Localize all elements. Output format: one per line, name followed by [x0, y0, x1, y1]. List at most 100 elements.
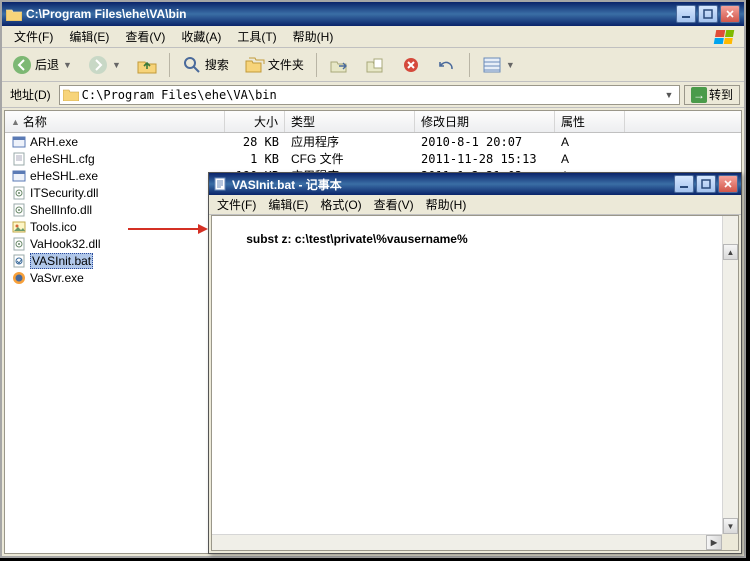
- notepad-window: VASInit.bat - 记事本 文件(F) 编辑(E) 格式(O) 查看(V…: [208, 172, 742, 554]
- search-button[interactable]: 搜索: [176, 52, 235, 78]
- back-icon: [12, 55, 32, 75]
- notepad-menu-help[interactable]: 帮助(H): [420, 194, 473, 215]
- menu-view[interactable]: 查看(V): [117, 26, 173, 47]
- back-button[interactable]: 后退 ▼: [6, 52, 78, 78]
- move-to-icon: [329, 55, 349, 75]
- explorer-title-text: C:\Program Files\ehe\VA\bin: [26, 7, 676, 21]
- dropdown-icon[interactable]: ▼: [662, 90, 676, 100]
- notepad-menubar: 文件(F) 编辑(E) 格式(O) 查看(V) 帮助(H): [209, 195, 741, 215]
- file-name: ITSecurity.dll: [30, 186, 98, 200]
- go-label: 转到: [709, 86, 733, 103]
- menu-edit[interactable]: 编辑(E): [61, 26, 117, 47]
- go-arrow-icon: →: [691, 87, 707, 103]
- address-input[interactable]: C:\Program Files\ehe\VA\bin ▼: [59, 85, 680, 105]
- close-button[interactable]: [718, 175, 738, 193]
- explorer-toolbar: 后退 ▼ ▼ 搜索 文件夹 ▼: [2, 48, 744, 82]
- file-icon: [11, 135, 27, 149]
- views-button[interactable]: ▼: [476, 52, 521, 78]
- notepad-textarea[interactable]: subst z: c:\test\private\%vausername% ▲ …: [211, 215, 739, 551]
- notepad-menu-file[interactable]: 文件(F): [211, 194, 262, 215]
- scrollbar-horizontal[interactable]: ◀ ▶: [212, 534, 722, 550]
- close-button[interactable]: [720, 5, 740, 23]
- folders-label: 文件夹: [268, 56, 304, 73]
- folders-icon: [245, 55, 265, 75]
- windows-logo-icon: [708, 28, 740, 46]
- column-type[interactable]: 类型: [285, 111, 415, 132]
- menu-tools[interactable]: 工具(T): [229, 26, 284, 47]
- separator: [169, 53, 170, 77]
- file-name: VaHook32.dll: [30, 237, 101, 251]
- file-icon: [11, 271, 27, 285]
- search-icon: [182, 55, 202, 75]
- caret-icon: ▼: [506, 60, 515, 70]
- menu-file[interactable]: 文件(F): [6, 26, 61, 47]
- list-header: ▲名称 大小 类型 修改日期 属性: [5, 111, 741, 133]
- table-row[interactable]: ARH.exe 28 KB应用程序2010-8-1 20:07A: [5, 133, 741, 150]
- caret-icon: ▼: [112, 60, 121, 70]
- minimize-button[interactable]: [674, 175, 694, 193]
- notepad-titlebar[interactable]: VASInit.bat - 记事本: [209, 173, 741, 195]
- file-type: 应用程序: [285, 133, 415, 150]
- copy-to-icon: [365, 55, 385, 75]
- scrollbar-vertical[interactable]: ▲ ▼: [722, 216, 738, 534]
- move-to-button[interactable]: [323, 52, 355, 78]
- notepad-menu-format[interactable]: 格式(O): [314, 194, 367, 215]
- delete-icon: [401, 55, 421, 75]
- address-bar: 地址(D) C:\Program Files\ehe\VA\bin ▼ → 转到: [2, 82, 744, 108]
- menu-favorites[interactable]: 收藏(A): [173, 26, 229, 47]
- file-icon: [11, 169, 27, 183]
- forward-icon: [88, 55, 108, 75]
- maximize-button[interactable]: [696, 175, 716, 193]
- file-icon: [11, 254, 27, 268]
- file-name: eHeSHL.cfg: [30, 152, 95, 166]
- folder-icon: [6, 7, 22, 21]
- window-buttons: [674, 175, 738, 193]
- minimize-button[interactable]: [676, 5, 696, 23]
- file-name: VaSvr.exe: [30, 271, 84, 285]
- sort-asc-icon: ▲: [11, 117, 20, 127]
- explorer-titlebar[interactable]: C:\Program Files\ehe\VA\bin: [2, 2, 744, 26]
- scrollbar-corner: [722, 534, 738, 550]
- views-icon: [482, 55, 502, 75]
- notepad-menu-edit[interactable]: 编辑(E): [262, 194, 314, 215]
- column-date[interactable]: 修改日期: [415, 111, 555, 132]
- file-name: ShellInfo.dll: [30, 203, 92, 217]
- file-attr: A: [555, 135, 625, 149]
- column-size[interactable]: 大小: [225, 111, 285, 132]
- go-button[interactable]: → 转到: [684, 85, 740, 105]
- address-text: C:\Program Files\ehe\VA\bin: [82, 88, 659, 102]
- file-date: 2010-8-1 20:07: [415, 135, 555, 149]
- file-icon: [11, 186, 27, 200]
- column-attr[interactable]: 属性: [555, 111, 625, 132]
- file-name: ARH.exe: [30, 135, 78, 149]
- back-label: 后退: [35, 56, 59, 73]
- scroll-up-button[interactable]: ▲: [723, 244, 738, 260]
- forward-button[interactable]: ▼: [82, 52, 127, 78]
- explorer-menubar: 文件(F) 编辑(E) 查看(V) 收藏(A) 工具(T) 帮助(H): [2, 26, 744, 48]
- undo-button[interactable]: [431, 52, 463, 78]
- file-size: 1 KB: [225, 152, 285, 166]
- up-folder-icon: [137, 55, 157, 75]
- file-icon: [11, 237, 27, 251]
- notepad-menu-view[interactable]: 查看(V): [368, 194, 420, 215]
- table-row[interactable]: eHeSHL.cfg1 KBCFG 文件2011-11-28 15:13A: [5, 150, 741, 167]
- search-label: 搜索: [205, 56, 229, 73]
- copy-to-button[interactable]: [359, 52, 391, 78]
- maximize-button[interactable]: [698, 5, 718, 23]
- folder-icon: [63, 88, 79, 101]
- file-icon: [11, 220, 27, 234]
- delete-button[interactable]: [395, 52, 427, 78]
- notepad-icon: [212, 177, 228, 191]
- file-date: 2011-11-28 15:13: [415, 152, 555, 166]
- scroll-down-button[interactable]: ▼: [723, 518, 738, 534]
- scroll-right-button[interactable]: ▶: [706, 535, 722, 550]
- column-name[interactable]: ▲名称: [5, 111, 225, 132]
- menu-help[interactable]: 帮助(H): [285, 26, 342, 47]
- file-name: Tools.ico: [30, 220, 77, 234]
- up-button[interactable]: [131, 52, 163, 78]
- file-size: 28 KB: [225, 135, 285, 149]
- undo-icon: [437, 55, 457, 75]
- file-icon: [11, 203, 27, 217]
- folders-button[interactable]: 文件夹: [239, 52, 310, 78]
- file-type: CFG 文件: [285, 150, 415, 167]
